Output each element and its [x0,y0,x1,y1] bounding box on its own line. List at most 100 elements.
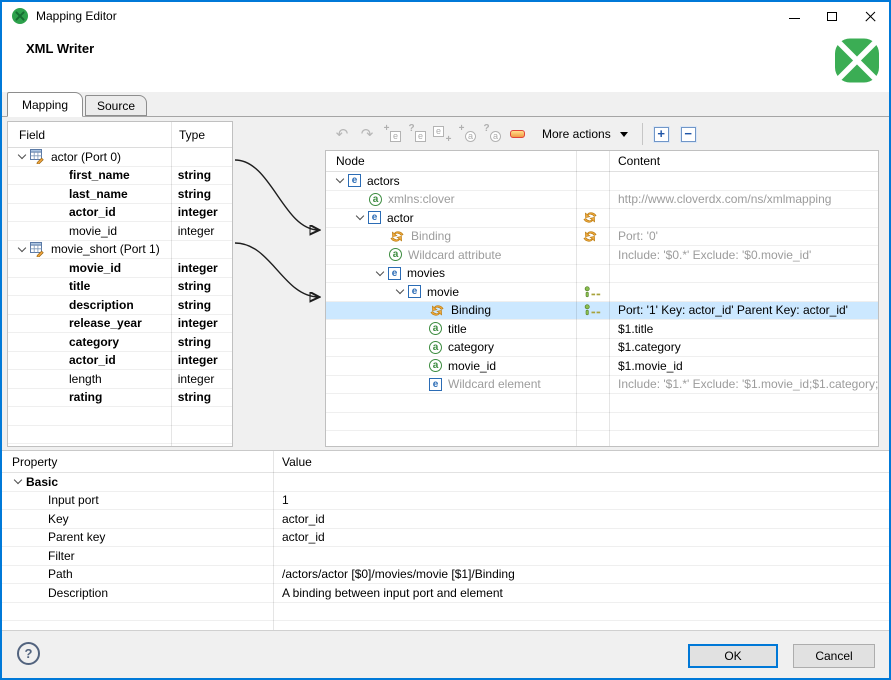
field-row[interactable]: movie_id integer [8,222,232,241]
property-row[interactable]: Parent key actor_id [2,529,889,547]
property-empty-row [2,603,889,621]
field-type: string [177,186,212,201]
close-button[interactable] [851,2,889,30]
field-row[interactable]: actor_id integer [8,352,232,370]
tree-node-cell: actor [326,211,576,225]
field-port-row[interactable]: actor (Port 0) [8,148,232,167]
append-element-button[interactable] [431,123,453,145]
field-name-cell: actor_id [8,353,170,367]
property-value[interactable]: 1 [273,493,889,507]
tree-row[interactable]: actor [326,209,878,228]
property-column-divider [273,451,274,630]
chevron-down-icon [13,476,23,485]
column-header-property: Property [12,454,58,469]
add-wildcard-attribute-button[interactable] [481,123,503,145]
tree-status-cell [576,211,609,224]
tree-node-cell: Binding [326,303,576,317]
binding-icon [390,231,404,242]
field-name-cell: movie_id [8,261,170,275]
window-title: Mapping Editor [36,9,117,23]
mapping-arrows [234,159,327,315]
tree-node-label: xmlns:clover [388,192,455,207]
remove-button[interactable] [506,123,528,145]
tree-row[interactable]: Wildcard attribute Include: '$0.*' Exclud… [326,246,878,265]
column-header-type: Type [179,127,206,142]
field-label: actor_id [69,205,116,220]
property-group-basic[interactable]: Basic [2,473,889,492]
property-value[interactable]: /actors/actor [$0]/movies/movie [$1]/Bin… [273,567,889,581]
field-row[interactable]: actor_id integer [8,204,232,222]
tree-row-selected[interactable]: Binding Port: '1' Key: actor_id' Parent K… [326,301,878,320]
field-name-cell: title [8,279,170,293]
dialog-footer: ? OK Cancel [2,630,889,678]
tree-row[interactable]: actors [326,172,878,191]
tree-node-label: actors [367,173,400,188]
column-header-field: Field [19,127,46,142]
dropdown-caret-icon [619,132,628,141]
field-row[interactable]: rating string [8,389,232,407]
tree-node-label: movies [407,266,446,281]
tree-node-label: title [448,321,467,336]
field-label: movie_id [69,223,118,238]
maximize-button[interactable] [813,2,851,30]
property-row[interactable]: Description A binding between input port … [2,584,889,603]
redo-button[interactable]: ↷ [356,123,378,145]
tree-row[interactable]: movie_id $1.movie_id [326,357,878,376]
field-row[interactable]: movie_id integer [8,259,232,278]
tree-row[interactable]: Wildcard element Include: '$1.*' Exclude:… [326,376,878,394]
tree-row[interactable]: category $1.category [326,339,878,357]
append-element-icon [433,126,444,137]
add-child-element-button[interactable] [381,123,403,145]
expand-all-button[interactable] [653,126,669,142]
chevron-down-icon [395,286,405,295]
minimize-button[interactable] [775,2,813,30]
collapse-all-button[interactable] [680,126,696,142]
property-value[interactable]: actor_id [273,530,889,544]
more-actions-button[interactable]: More actions [537,124,633,144]
property-row[interactable]: Filter [2,547,889,566]
tree-node-cell: Wildcard element [326,377,576,391]
tree-node-label: Binding [411,229,452,244]
tab-source[interactable]: Source [85,95,147,116]
ok-button[interactable]: OK [688,644,778,668]
tree-node-cell: xmlns:clover [326,192,576,206]
tree-node-label: Wildcard element [448,377,541,392]
field-empty-row [8,407,232,426]
property-row[interactable]: Key actor_id [2,510,889,529]
join-key-status-icon [584,286,601,297]
field-row[interactable]: release_year integer [8,315,232,333]
close-icon [864,10,877,23]
attribute-icon [429,359,442,373]
tree-content-cell: $1.category [618,340,681,355]
tree-row[interactable]: xmlns:clover http://www.cloverdx.com/ns/x… [326,191,878,209]
field-row[interactable]: last_name string [8,185,232,204]
add-attribute-button[interactable] [456,123,478,145]
add-wildcard-element-icon [415,131,426,142]
field-empty-row [8,444,232,446]
help-button[interactable]: ? [17,642,40,665]
field-row[interactable]: first_name string [8,167,232,185]
field-row[interactable]: title string [8,278,232,296]
property-row[interactable]: Input port 1 [2,492,889,510]
property-row[interactable]: Path/actors/actor [$0]/movies/movie [$1]… [2,566,889,584]
tree-row[interactable]: movies [326,265,878,283]
cancel-button[interactable]: Cancel [793,644,875,668]
field-row[interactable]: description string [8,296,232,315]
tree-row[interactable]: movie [326,283,878,302]
tree-node-label: movie_id [448,358,497,373]
tree-row[interactable]: Binding Port: '0' [326,228,878,246]
field-row[interactable]: length integer [8,370,232,389]
field-port-row[interactable]: movie_short (Port 1) [8,241,232,259]
property-value[interactable]: actor_id [273,512,889,526]
tree-row[interactable]: title $1.title [326,320,878,339]
tree-status-cell [576,286,609,298]
tab-mapping[interactable]: Mapping [7,92,83,117]
tree-node-label: movie [427,284,460,299]
tree-content-cell: Port: '1' Key: actor_id' Parent Key: act… [618,303,848,318]
property-value[interactable]: A binding between input port and element [273,586,889,600]
field-label: release_year [69,316,142,331]
field-row[interactable]: category string [8,333,232,352]
binding-icon [582,212,597,223]
undo-button[interactable]: ↶ [331,123,353,145]
add-wildcard-element-button[interactable] [406,123,428,145]
